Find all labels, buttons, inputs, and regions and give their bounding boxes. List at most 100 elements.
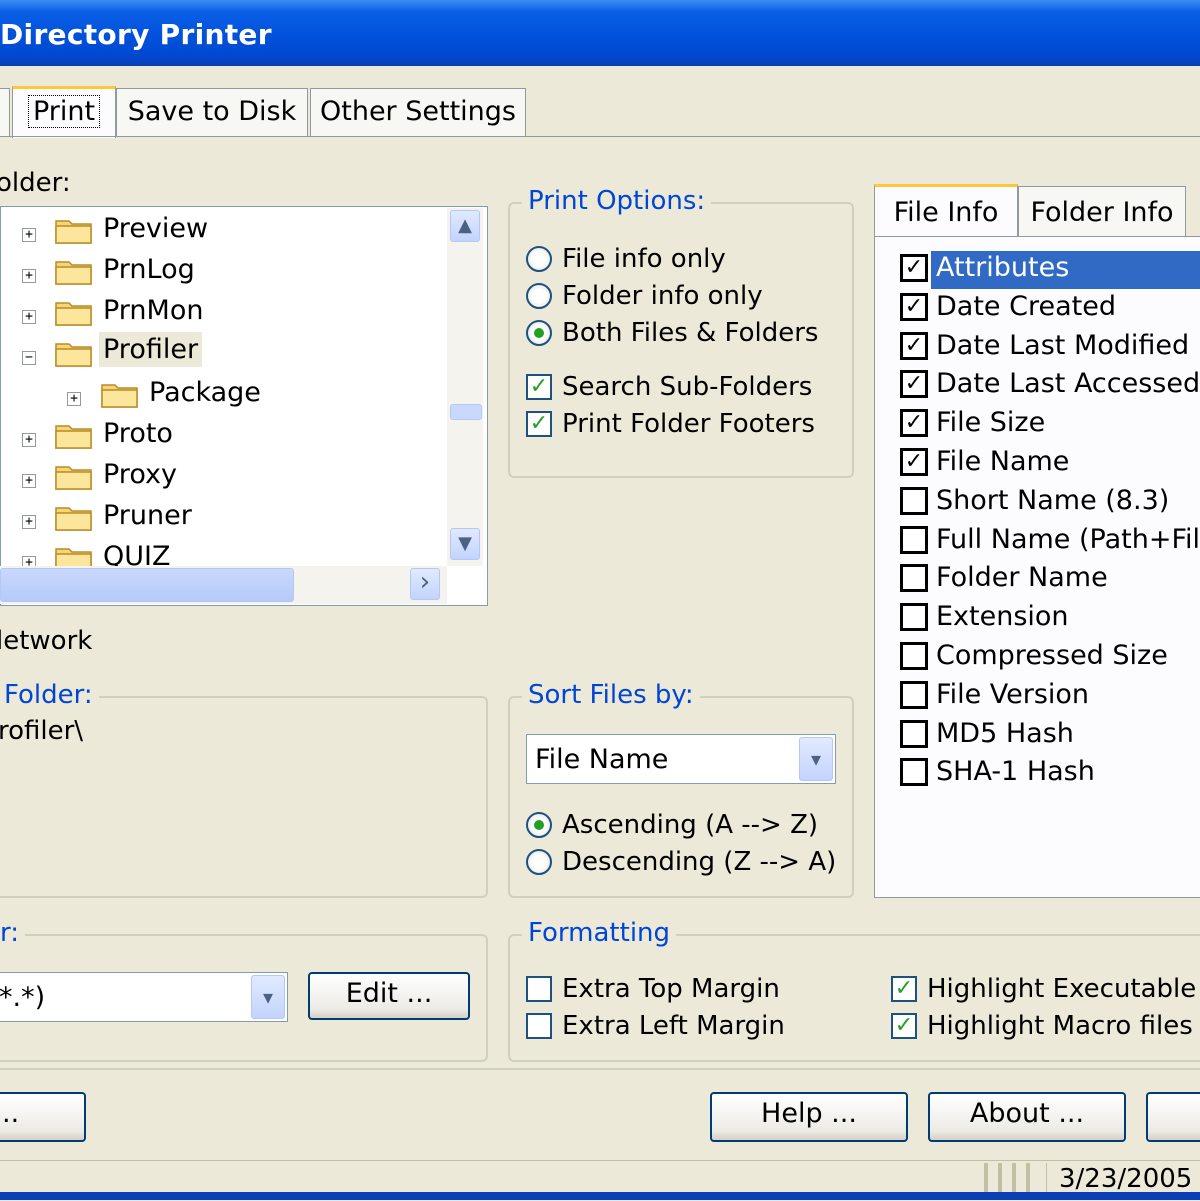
expand-icon[interactable]: + xyxy=(22,433,36,447)
checkbox-highlight-executable[interactable]: ✓ xyxy=(891,976,917,1002)
checkbox-highlight-macro[interactable]: ✓ xyxy=(891,1013,917,1039)
tree-item-label: PrnMon xyxy=(103,295,204,326)
file-field-label: SHA-1 Hash xyxy=(936,756,1095,787)
file-field-label: MD5 Hash xyxy=(936,718,1074,749)
checkbox-extra-left-margin[interactable] xyxy=(526,1013,552,1039)
checkbox-file-field[interactable] xyxy=(900,642,928,670)
radio-folder-info-only[interactable] xyxy=(526,283,552,309)
tab-print[interactable]: Print xyxy=(12,86,116,138)
chevron-down-icon[interactable]: ▾ xyxy=(251,975,285,1019)
current-folder-path: rofiler\ xyxy=(0,716,84,746)
radio-both-files-folders[interactable] xyxy=(526,320,552,346)
tree-vertical-scrollbar[interactable]: ▲ ▼ xyxy=(447,208,483,566)
chevron-down-icon[interactable]: ▾ xyxy=(799,737,833,781)
checkbox-label: Extra Left Margin xyxy=(562,1011,785,1041)
radio-ascending[interactable] xyxy=(526,812,552,838)
tree-item-label: PrnLog xyxy=(103,254,195,285)
scroll-thumb[interactable] xyxy=(450,404,482,420)
folder-icon xyxy=(55,425,92,449)
scroll-down-icon[interactable]: ▼ xyxy=(450,528,480,560)
status-grip xyxy=(984,1163,988,1195)
folder-icon xyxy=(55,343,92,367)
scroll-right-icon[interactable]: › xyxy=(410,568,440,600)
checkbox-label: Search Sub-Folders xyxy=(562,372,813,402)
file-field-label: Date Created xyxy=(936,291,1116,322)
tree-item-label: Proxy xyxy=(103,459,177,490)
file-field-label: Date Last Modified xyxy=(936,330,1190,361)
checkbox-file-field[interactable] xyxy=(900,487,928,515)
expand-icon[interactable]: + xyxy=(67,392,81,406)
radio-label: File info only xyxy=(562,244,726,274)
file-field-label: File Name xyxy=(936,446,1070,477)
tab-other-settings[interactable]: Other Settings xyxy=(310,88,526,136)
folder-icon xyxy=(55,302,92,326)
checkbox-file-field[interactable] xyxy=(900,758,928,786)
file-field-label: Extension xyxy=(936,601,1069,632)
tree-item-label: Pruner xyxy=(103,500,192,531)
tree-item-label-selected: Profiler xyxy=(99,332,203,367)
expand-icon[interactable]: + xyxy=(22,228,36,242)
network-label: letwork xyxy=(0,626,93,656)
checkbox-file-field[interactable]: ✓ xyxy=(900,448,928,476)
folder-icon xyxy=(55,261,92,285)
window-title: Directory Printer xyxy=(0,18,272,51)
radio-label: Ascending (A --> Z) xyxy=(562,810,819,840)
collapse-icon[interactable]: − xyxy=(22,351,36,365)
radio-label: Folder info only xyxy=(562,281,763,311)
expand-icon[interactable]: + xyxy=(22,474,36,488)
tab-save-to-disk[interactable]: Save to Disk xyxy=(116,88,308,136)
status-grip xyxy=(1012,1163,1016,1195)
tab-file-info[interactable]: File Info xyxy=(874,184,1018,238)
checkbox-label: Print Folder Footers xyxy=(562,409,815,439)
checkbox-file-field[interactable]: ✓ xyxy=(900,409,928,437)
folder-tree[interactable]: + Preview + PrnLog + PrnMon − Profiler +… xyxy=(0,206,488,606)
checkbox-extra-top-margin[interactable] xyxy=(526,976,552,1002)
filter-title: r: xyxy=(0,918,25,948)
edit-filter-button[interactable]: Edit ... xyxy=(308,972,470,1020)
about-button[interactable]: About ... xyxy=(928,1092,1126,1142)
checkbox-search-subfolders[interactable]: ✓ xyxy=(526,374,552,400)
checkbox-file-field[interactable] xyxy=(900,526,928,554)
folder-icon xyxy=(101,384,138,408)
checkbox-file-field[interactable]: ✓ xyxy=(900,370,928,398)
expand-icon[interactable]: + xyxy=(22,515,36,529)
checkbox-file-field[interactable] xyxy=(900,681,928,709)
folder-icon xyxy=(55,507,92,531)
filter-select[interactable]: *.*) ▾ xyxy=(0,972,288,1022)
tab-strip-divider xyxy=(0,136,1200,137)
partial-right-button[interactable] xyxy=(1146,1092,1200,1142)
folder-icon xyxy=(55,220,92,244)
sort-field-select[interactable]: File Name ▾ xyxy=(526,734,836,784)
checkbox-file-field[interactable]: ✓ xyxy=(900,254,928,282)
sort-title: Sort Files by: xyxy=(522,680,700,710)
checkbox-file-field[interactable] xyxy=(900,720,928,748)
footer-separator xyxy=(0,1068,1200,1070)
tree-horizontal-scrollbar[interactable]: › xyxy=(0,566,447,604)
status-grip xyxy=(998,1163,1002,1195)
help-button[interactable]: Help ... xyxy=(710,1092,908,1142)
tab-hidden-partial[interactable] xyxy=(0,88,10,136)
folder-label: older: xyxy=(0,168,71,198)
tree-item-label: Package xyxy=(149,377,261,408)
radio-label: Descending (Z --> A) xyxy=(562,847,837,877)
status-grip xyxy=(1026,1163,1030,1195)
filter-value: *.*) xyxy=(0,982,46,1013)
partial-button[interactable]: .. xyxy=(0,1092,86,1142)
expand-icon[interactable]: + xyxy=(22,310,36,324)
radio-descending[interactable] xyxy=(526,849,552,875)
scroll-up-icon[interactable]: ▲ xyxy=(450,210,480,242)
checkbox-file-field[interactable] xyxy=(900,603,928,631)
checkbox-file-field[interactable]: ✓ xyxy=(900,332,928,360)
radio-file-info-only[interactable] xyxy=(526,246,552,272)
file-field-label: Attributes xyxy=(936,252,1070,283)
checkbox-file-field[interactable] xyxy=(900,564,928,592)
radio-label: Both Files & Folders xyxy=(562,318,819,348)
file-field-label: Full Name (Path+File xyxy=(936,524,1200,555)
checkbox-file-field[interactable]: ✓ xyxy=(900,293,928,321)
folder-icon xyxy=(55,466,92,490)
scroll-thumb-horizontal[interactable] xyxy=(0,568,294,602)
tab-folder-info[interactable]: Folder Info xyxy=(1018,186,1186,238)
formatting-title: Formatting xyxy=(522,918,677,948)
checkbox-print-folder-footers[interactable]: ✓ xyxy=(526,411,552,437)
expand-icon[interactable]: + xyxy=(22,269,36,283)
